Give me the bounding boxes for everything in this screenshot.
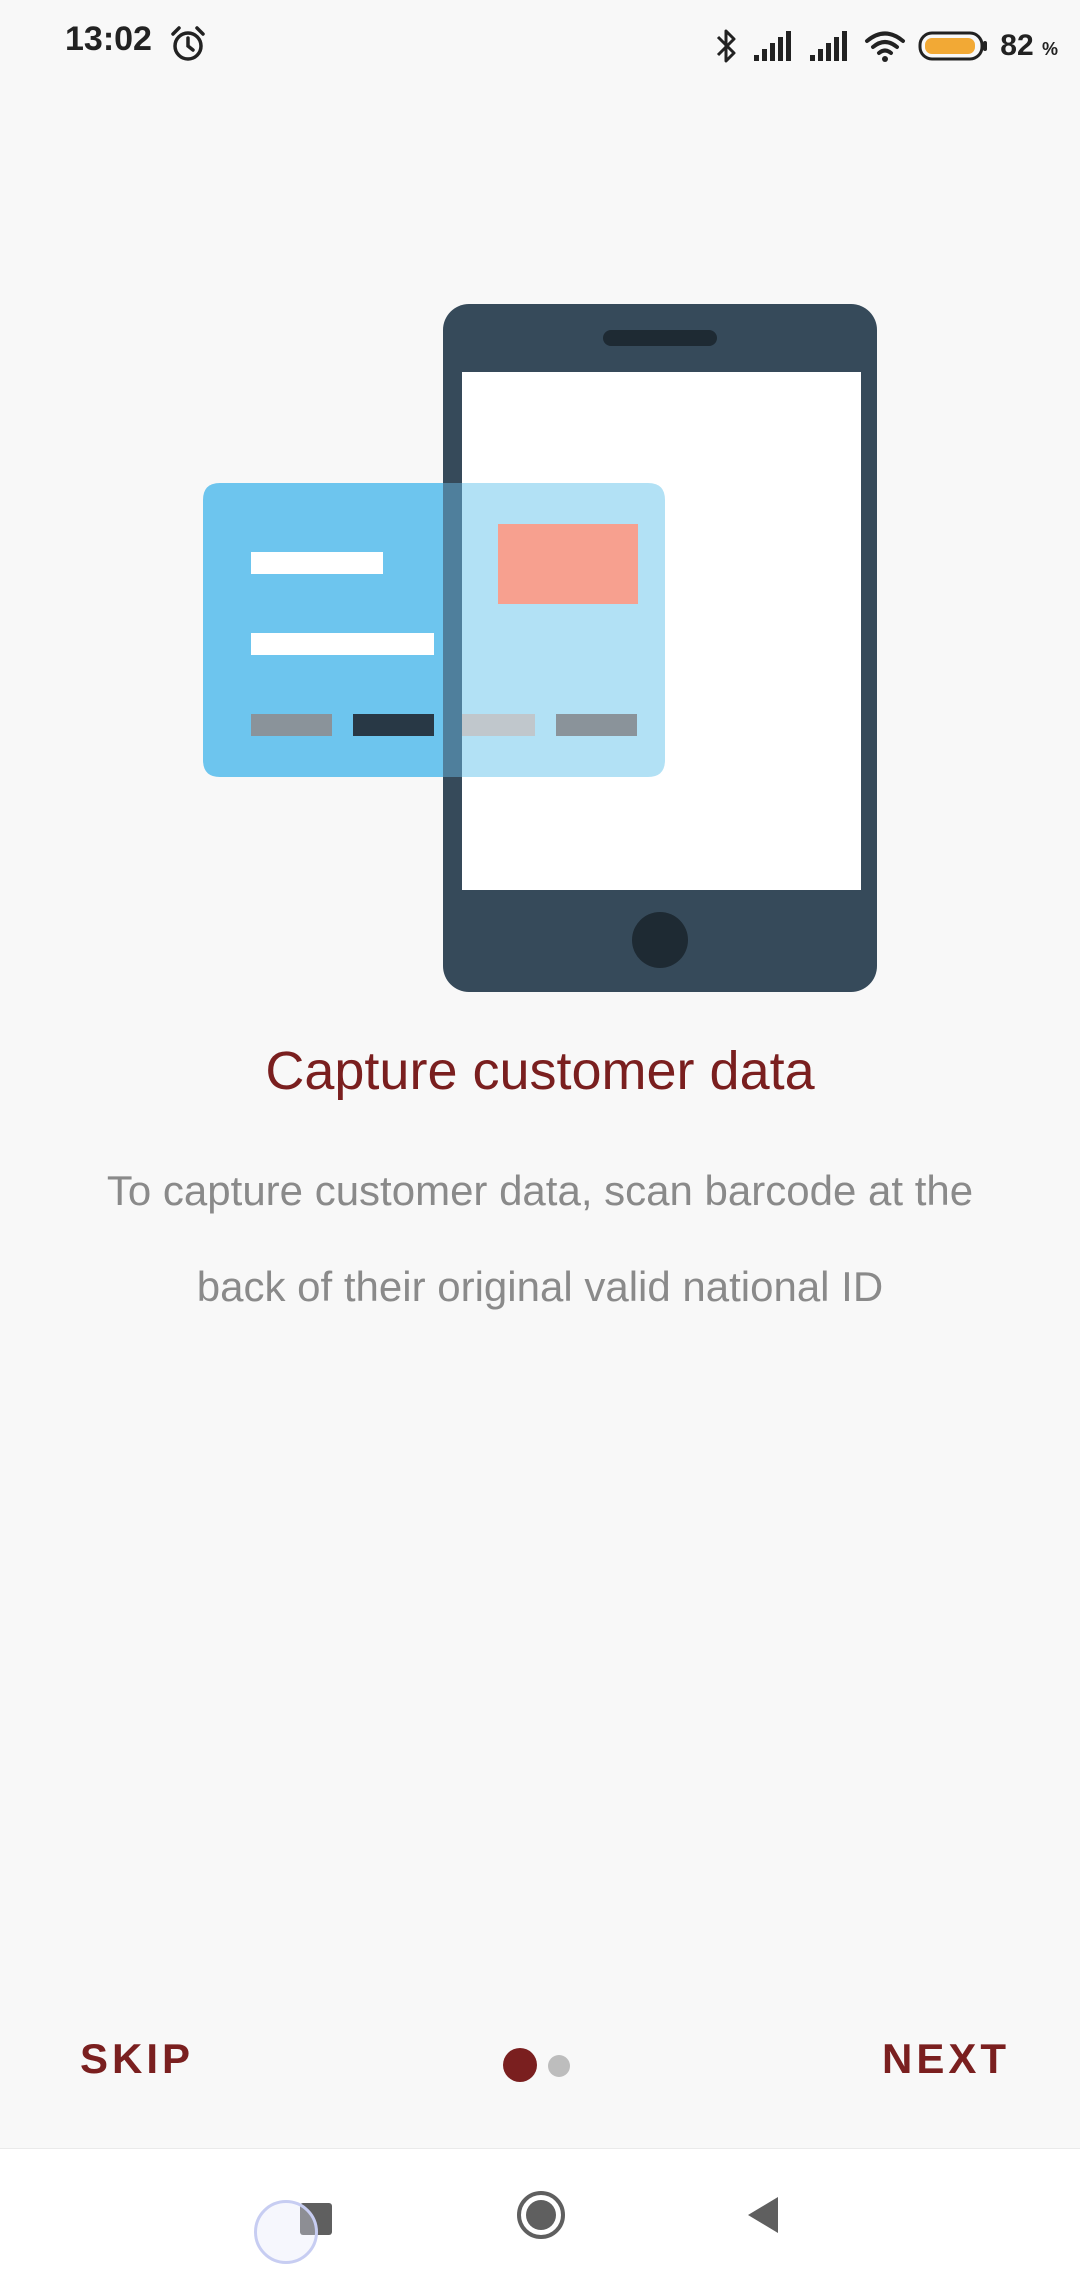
battery-value: 82 bbox=[1000, 29, 1034, 62]
phone-scanning-id-card-illustration bbox=[0, 290, 1080, 1010]
battery-unit: % bbox=[1041, 39, 1058, 59]
bluetooth-icon bbox=[714, 26, 740, 66]
touch-indicator bbox=[254, 2200, 318, 2264]
signal-icon bbox=[752, 29, 796, 63]
status-time: 13:02 bbox=[65, 20, 152, 58]
page-dot-active bbox=[503, 2048, 537, 2082]
wifi-icon bbox=[864, 29, 906, 63]
onboarding-description: To capture customer data, scan barcode a… bbox=[106, 1167, 974, 1310]
status-bar: 13:02 82 % bbox=[0, 0, 1080, 92]
status-icons: 82 % bbox=[714, 22, 1058, 70]
battery-icon bbox=[918, 30, 988, 62]
next-button[interactable]: NEXT bbox=[882, 2035, 1010, 2083]
home-icon[interactable] bbox=[515, 2189, 567, 2241]
alarm-icon bbox=[168, 24, 208, 64]
battery-percent: 82 % bbox=[1000, 29, 1058, 63]
onboarding-title: Capture customer data bbox=[265, 1041, 815, 1101]
signal-icon bbox=[808, 29, 852, 63]
back-icon[interactable] bbox=[742, 2193, 782, 2237]
system-navigation-bar bbox=[0, 2148, 1080, 2280]
page-indicator bbox=[500, 2045, 580, 2085]
onboarding-screen: 13:02 82 % Capture customer data To capt… bbox=[0, 0, 1080, 2280]
page-dot-inactive[interactable] bbox=[548, 2055, 570, 2077]
skip-button[interactable]: SKIP bbox=[80, 2035, 194, 2083]
